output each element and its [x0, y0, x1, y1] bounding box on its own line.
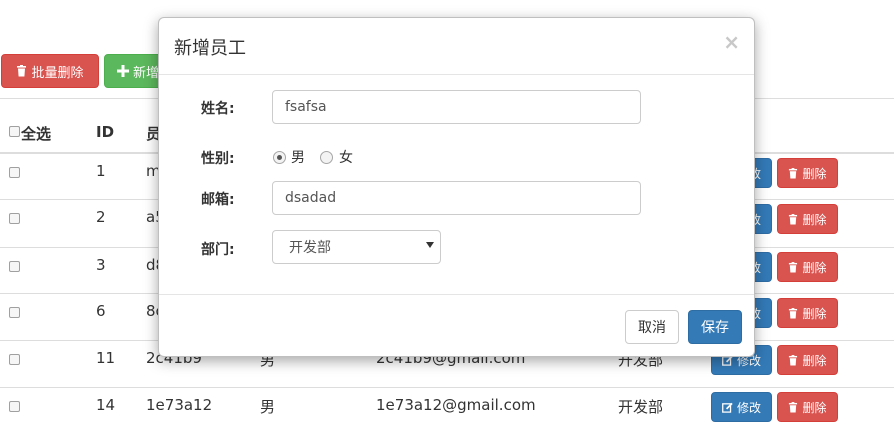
- gender-option-male: 男: [291, 150, 305, 166]
- email-input[interactable]: dsadad: [272, 181, 641, 215]
- add-employee-modal: 新增员工 × 姓名: fsafsa 性别: 男 女 邮箱: dsadad 部门:…: [158, 17, 755, 357]
- gender-radio-female[interactable]: [320, 151, 333, 164]
- save-button[interactable]: 保存: [688, 310, 742, 344]
- chevron-down-icon: [426, 242, 434, 248]
- dept-select-value: 开发部: [289, 240, 331, 256]
- gender-radio-male[interactable]: [273, 151, 286, 164]
- dept-label: 部门:: [201, 242, 235, 258]
- cancel-button[interactable]: 取消: [625, 310, 679, 344]
- modal-footer-divider: [159, 294, 754, 295]
- name-input[interactable]: fsafsa: [272, 90, 641, 124]
- dept-select[interactable]: 开发部: [272, 230, 441, 264]
- modal-header: 新增员工 ×: [159, 18, 754, 75]
- close-icon[interactable]: ×: [723, 30, 740, 54]
- gender-label: 性别:: [201, 151, 235, 167]
- modal-title: 新增员工: [174, 38, 246, 59]
- email-label: 邮箱:: [201, 192, 235, 208]
- gender-option-female: 女: [339, 150, 353, 166]
- name-label: 姓名:: [201, 101, 235, 117]
